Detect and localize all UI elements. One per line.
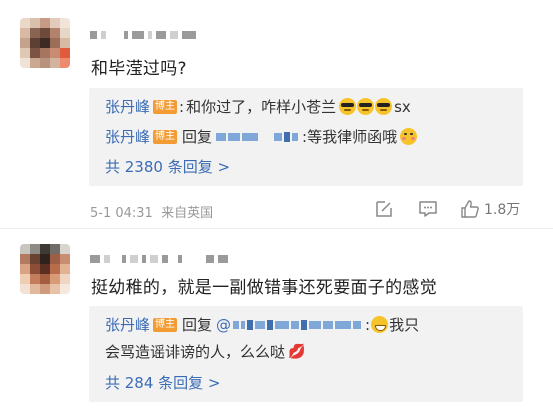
- reply-text: :等我律师函哦: [302, 128, 398, 146]
- more-replies-label[interactable]: 共 2380 条回复 >: [105, 156, 230, 177]
- sunglasses-emoji: [339, 98, 357, 115]
- thumbs-up-icon: [461, 200, 479, 218]
- like-count: 1.8万: [484, 202, 521, 218]
- reply-box: 张丹峰 博主 : 和你过了，咋样小苍兰 sx 张丹峰 博主 回复 :等我律师函哦…: [89, 88, 523, 186]
- comment-icon: [419, 201, 437, 217]
- more-replies-label[interactable]: 共 284 条回复 >: [105, 372, 221, 393]
- mentioned-user-blurred[interactable]: [233, 319, 362, 330]
- avatar[interactable]: [20, 244, 70, 294]
- sunglasses-emoji: [375, 98, 393, 115]
- lips-emoji: 💋: [288, 343, 306, 360]
- reply-text: 会骂造谣诽谤的人，么么哒: [105, 343, 286, 361]
- comment-divider: [0, 228, 553, 229]
- blush-emoji: [400, 128, 418, 145]
- avatar[interactable]: [20, 18, 70, 68]
- like-button[interactable]: 1.8万: [460, 199, 520, 219]
- host-badge: 博主: [153, 129, 178, 144]
- reply-item: 张丹峰 博主 回复 :等我律师函哦: [105, 126, 418, 147]
- reply-item-continued: 会骂造谣诽谤的人，么么哒 💋: [105, 341, 305, 362]
- host-badge: 博主: [153, 317, 178, 332]
- reply-text-tail: sx: [394, 97, 411, 116]
- more-replies-link[interactable]: 共 2380 条回复 >: [105, 156, 230, 177]
- reply-text: :: [365, 315, 371, 334]
- reply-item: 张丹峰 博主 回复 @ : 我只: [105, 314, 419, 335]
- comment-meta: 5-1 04:31 来自英国: [90, 206, 214, 221]
- reply-item: 张丹峰 博主 : 和你过了，咋样小苍兰 sx: [105, 96, 411, 117]
- mentioned-user-blurred[interactable]: [216, 131, 299, 142]
- edit-icon: [376, 201, 392, 217]
- more-replies-link[interactable]: 共 284 条回复 >: [105, 372, 221, 393]
- comment-button[interactable]: [418, 199, 438, 219]
- host-badge: 博主: [153, 99, 178, 114]
- username-blurred[interactable]: [90, 28, 196, 42]
- sunglasses-emoji: [357, 98, 375, 115]
- reply-word: 回复: [182, 316, 213, 334]
- reply-author[interactable]: 张丹峰: [105, 314, 150, 335]
- reply-text: 和你过了，咋样小苍兰: [186, 98, 337, 116]
- username-blurred[interactable]: [90, 252, 228, 266]
- reply-word: 回复: [182, 128, 213, 146]
- mention-at[interactable]: @: [216, 316, 231, 334]
- reply-author[interactable]: 张丹峰: [105, 96, 150, 117]
- comment-text: 挺幼稚的，就是一副做错事还死要面子的感觉: [91, 278, 437, 298]
- comment-text: 和毕滢过吗?: [91, 59, 187, 79]
- reply-author[interactable]: 张丹峰: [105, 126, 150, 147]
- grin-emoji: [371, 316, 389, 333]
- reply-text-tail: 我只: [389, 316, 420, 334]
- edit-button[interactable]: [374, 199, 394, 219]
- reply-box: 张丹峰 博主 回复 @ : 我只 会骂造谣诽谤的人，么么哒 💋 共 284 条回…: [89, 306, 523, 402]
- reply-separator: :: [179, 97, 185, 116]
